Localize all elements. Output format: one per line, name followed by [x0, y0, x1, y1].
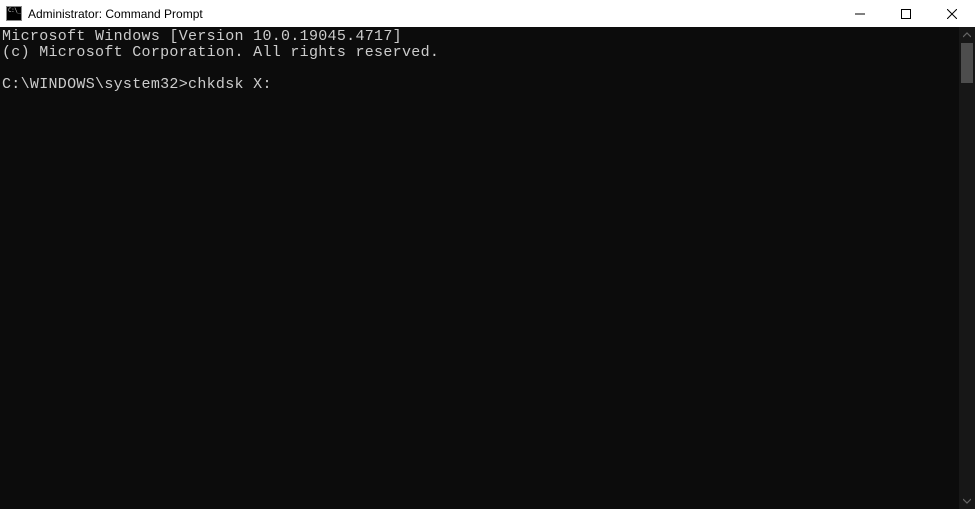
terminal-output[interactable]: Microsoft Windows [Version 10.0.19045.47… [0, 27, 959, 509]
close-icon [947, 9, 957, 19]
command-text[interactable]: chkdsk X: [188, 76, 272, 93]
titlebar[interactable]: Administrator: Command Prompt [0, 0, 975, 27]
chevron-down-icon [963, 497, 971, 505]
maximize-icon [901, 9, 911, 19]
window-title: Administrator: Command Prompt [28, 7, 837, 21]
copyright-line: (c) Microsoft Corporation. All rights re… [2, 44, 439, 61]
scroll-thumb[interactable] [961, 43, 973, 83]
vertical-scrollbar[interactable] [959, 27, 975, 509]
version-line: Microsoft Windows [Version 10.0.19045.47… [2, 28, 402, 45]
maximize-button[interactable] [883, 0, 929, 27]
minimize-icon [855, 9, 865, 19]
close-button[interactable] [929, 0, 975, 27]
scroll-up-arrow[interactable] [959, 27, 975, 43]
prompt-text: C:\WINDOWS\system32> [2, 76, 188, 93]
client-area: Microsoft Windows [Version 10.0.19045.47… [0, 27, 975, 509]
scroll-down-arrow[interactable] [959, 493, 975, 509]
chevron-up-icon [963, 31, 971, 39]
prompt-line: C:\WINDOWS\system32>chkdsk X: [2, 76, 272, 93]
minimize-button[interactable] [837, 0, 883, 27]
cmd-icon [6, 6, 22, 21]
command-prompt-window: Administrator: Command Prompt Microsoft … [0, 0, 975, 509]
scroll-track[interactable] [959, 43, 975, 493]
window-controls [837, 0, 975, 27]
